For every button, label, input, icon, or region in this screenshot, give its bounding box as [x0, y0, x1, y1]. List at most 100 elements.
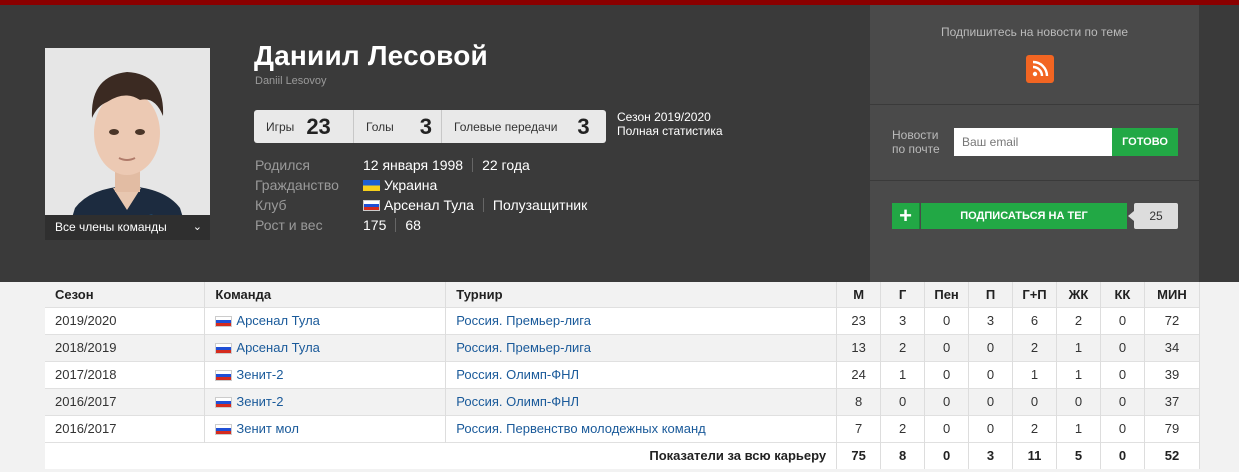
season-label: Сезон 2019/2020 [617, 110, 711, 124]
age: 22 года [482, 157, 530, 173]
goals-cell: 2 [880, 333, 926, 361]
col-goals: Г [880, 282, 926, 307]
total-yellow-cards: 5 [1056, 441, 1101, 469]
col-assists: П [968, 282, 1014, 307]
player-name: Даниил Лесовой [254, 40, 488, 71]
subscribe-title: Подпишитесь на новости по теме [940, 25, 1129, 39]
col-yellow-cards: ЖК [1056, 282, 1101, 307]
total-matches: 75 [836, 441, 882, 469]
table-row: 2016/2017 Зенит мол Россия. Первенство м… [45, 414, 1201, 442]
rss-icon[interactable] [1026, 55, 1054, 83]
table-row: 2017/2018 Зенит-2 Россия. Олимп-ФНЛ 24 1… [45, 360, 1201, 388]
col-penalties: Пен [924, 282, 970, 307]
assists-label: Голевые передачи [454, 119, 558, 134]
weight: 68 [405, 217, 421, 233]
done-button[interactable]: ГОТОВО [1112, 128, 1178, 156]
games-label: Игры [266, 119, 295, 134]
team-link[interactable]: Зенит-2 [236, 394, 283, 409]
assists-cell: 0 [968, 387, 1014, 415]
tournament-link[interactable]: Россия. Премьер-лига [456, 340, 591, 355]
col-team: Команда [204, 282, 447, 307]
red-cards-cell: 0 [1100, 414, 1145, 442]
minutes-cell: 39 [1144, 360, 1201, 388]
team-link[interactable]: Зенит мол [236, 421, 299, 436]
col-red-cards: КК [1100, 282, 1145, 307]
season-info: Сезон 2019/2020 Полная статистика [617, 110, 723, 138]
tournament-link[interactable]: Россия. Премьер-лига [456, 313, 591, 328]
red-cards-cell: 0 [1100, 333, 1145, 361]
goals-plus-assists-cell: 2 [1012, 333, 1057, 361]
yellow-cards-cell: 0 [1056, 387, 1101, 415]
penalties-cell: 0 [924, 360, 970, 388]
team-link[interactable]: Арсенал Тула [236, 340, 319, 355]
panel-divider [870, 104, 1199, 105]
table-header-row: Сезон Команда Турнир М Г Пен П Г+П ЖК КК… [45, 282, 1201, 307]
tournament-link[interactable]: Россия. Олимп-ФНЛ [456, 367, 579, 382]
bio-height-weight-row: Рост и вес 175 68 [255, 217, 855, 237]
goals-plus-assists-cell: 2 [1012, 414, 1057, 442]
total-red-cards: 0 [1100, 441, 1145, 469]
penalties-cell: 0 [924, 306, 970, 334]
goals-plus-assists-cell: 0 [1012, 387, 1057, 415]
goals-plus-assists-cell: 6 [1012, 306, 1057, 334]
subscribe-tag-button[interactable]: ПОДПИСАТЬСЯ НА ТЕГ [921, 203, 1127, 229]
season-stats-box: Игры 23 Голы 3 Голевые передачи 3 [254, 110, 606, 143]
team-members-dropdown-label: Все члены команды [55, 220, 167, 234]
total-goals-plus-assists: 11 [1012, 441, 1057, 469]
player-photo [45, 48, 210, 240]
separator [472, 158, 474, 172]
goals-cell: 2 [880, 414, 926, 442]
table-row: 2018/2019 Арсенал Тула Россия. Премьер-л… [45, 333, 1201, 361]
team-link[interactable]: Арсенал Тула [236, 313, 319, 328]
club-label: Клуб [255, 197, 287, 213]
separator [395, 218, 397, 232]
team-cell: Арсенал Тула [204, 306, 447, 334]
email-input[interactable] [954, 128, 1112, 156]
assists-cell: 0 [968, 360, 1014, 388]
yellow-cards-cell: 1 [1056, 333, 1101, 361]
tournament-cell: Россия. Олимп-ФНЛ [445, 387, 838, 415]
goals-stat: Голы 3 [354, 110, 442, 143]
tournament-link[interactable]: Россия. Первенство молодежных команд [456, 421, 705, 436]
team-cell: Зенит-2 [204, 387, 447, 415]
goals-cell: 3 [880, 306, 926, 334]
matches-cell: 8 [836, 387, 882, 415]
total-assists: 3 [968, 441, 1014, 469]
matches-cell: 7 [836, 414, 882, 442]
tournament-link[interactable]: Россия. Олимп-ФНЛ [456, 394, 579, 409]
yellow-cards-cell: 1 [1056, 414, 1101, 442]
matches-cell: 23 [836, 306, 882, 334]
season-cell: 2017/2018 [45, 360, 206, 388]
club-link[interactable]: Арсенал Тула [384, 197, 474, 213]
born-label: Родился [255, 157, 310, 173]
red-cards-cell: 0 [1100, 306, 1145, 334]
season-cell: 2016/2017 [45, 414, 206, 442]
russia-flag-icon [215, 397, 233, 409]
citizenship-value: Украина [363, 177, 437, 193]
tournament-cell: Россия. Первенство молодежных команд [445, 414, 838, 442]
born-date: 12 января 1998 [363, 157, 464, 173]
assists-stat: Голевые передачи 3 [442, 110, 606, 143]
russia-flag-icon [215, 316, 233, 328]
col-minutes: МИН [1144, 282, 1201, 307]
goals-cell: 1 [880, 360, 926, 388]
col-tournament: Турнир [445, 282, 838, 307]
russia-flag-icon [363, 199, 380, 211]
team-cell: Зенит мол [204, 414, 447, 442]
career-total-label: Показатели за всю карьеру [45, 441, 838, 469]
plus-icon[interactable]: + [892, 203, 920, 229]
minutes-cell: 79 [1144, 414, 1201, 442]
team-members-dropdown[interactable]: Все члены команды ⌄ [45, 215, 210, 240]
matches-cell: 13 [836, 333, 882, 361]
yellow-cards-cell: 1 [1056, 360, 1101, 388]
panel-divider [870, 180, 1199, 181]
full-stats-link[interactable]: Полная статистика [617, 124, 723, 138]
career-stats-table: Сезон Команда Турнир М Г Пен П Г+П ЖК КК… [45, 282, 1201, 469]
team-cell: Арсенал Тула [204, 333, 447, 361]
tournament-cell: Россия. Премьер-лига [445, 306, 838, 334]
team-link[interactable]: Зенит-2 [236, 367, 283, 382]
red-cards-cell: 0 [1100, 387, 1145, 415]
russia-flag-icon [215, 424, 233, 436]
col-season: Сезон [45, 282, 206, 307]
total-minutes: 52 [1144, 441, 1201, 469]
